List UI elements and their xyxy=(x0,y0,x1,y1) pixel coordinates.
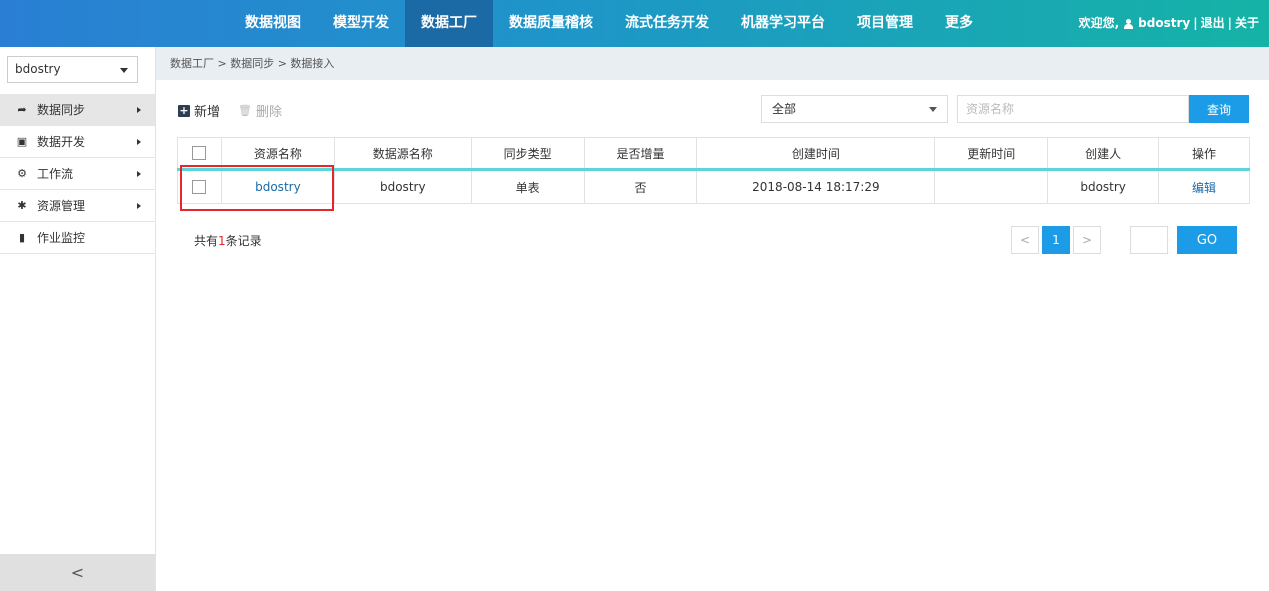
user-area: 欢迎您, bdostry | 退出 | 关于 xyxy=(1079,0,1259,47)
resource-table: 资源名称 数据源名称 同步类型 是否增量 创建时间 更新时间 创建人 操作 bd… xyxy=(177,137,1250,204)
sync-type-cell: 单表 xyxy=(470,169,585,204)
project-select-value: bdostry xyxy=(15,62,61,76)
sidebar-item-label: 作业监控 xyxy=(37,230,86,245)
caret-right-icon xyxy=(137,139,141,145)
separator: | xyxy=(1227,16,1232,30)
column-header: 创建时间 xyxy=(696,137,936,171)
next-page-button[interactable]: > xyxy=(1073,226,1101,254)
record-count-number: 1 xyxy=(218,234,226,248)
sidebar-item-data-sync[interactable]: ➦ 数据同步 xyxy=(0,94,155,126)
nav-item-data-factory[interactable]: 数据工厂 xyxy=(405,0,493,47)
go-button[interactable]: GO xyxy=(1177,226,1237,254)
sidebar-menu: ➦ 数据同步 ▣ 数据开发 ⚙ 工作流 ✱ 资源管理 ▮ 作业监控 xyxy=(0,94,155,254)
search-button[interactable]: 查询 xyxy=(1189,95,1249,123)
column-header: 更新时间 xyxy=(934,137,1049,171)
sidebar-item-label: 数据同步 xyxy=(37,102,86,117)
delete-button-label: 删除 xyxy=(255,105,282,120)
created-time-cell: 2018-08-14 18:17:29 xyxy=(696,169,936,204)
prev-page-button[interactable]: < xyxy=(1011,226,1039,254)
nav-item-stream-task[interactable]: 流式任务开发 xyxy=(609,0,725,47)
delete-button[interactable]: 🗑 删除 xyxy=(238,101,282,120)
trash-icon: 🗑 xyxy=(238,104,252,117)
gear-icon: ✱ xyxy=(17,198,27,212)
column-header: 创建人 xyxy=(1047,137,1160,171)
table-row: bdostry bdostry 单表 否 2018-08-14 18:17:29… xyxy=(177,169,1250,204)
column-header: 资源名称 xyxy=(220,137,335,171)
sidebar-item-resource-mgmt[interactable]: ✱ 资源管理 xyxy=(0,190,155,222)
chevron-left-icon: < xyxy=(70,563,85,582)
sidebar-item-label: 工作流 xyxy=(37,166,74,181)
sidebar-item-label: 数据开发 xyxy=(37,134,86,149)
select-all-checkbox[interactable] xyxy=(192,146,207,161)
add-button-label: 新增 xyxy=(194,105,221,120)
sidebar-collapse-button[interactable]: < xyxy=(0,554,155,591)
plus-square-icon: + xyxy=(178,103,190,117)
gears-icon: ⚙ xyxy=(17,166,27,180)
creator-cell: bdostry xyxy=(1047,169,1160,204)
record-count-suffix: 条记录 xyxy=(225,234,262,248)
add-button[interactable]: + 新增 xyxy=(178,101,220,120)
phone-icon: ▮ xyxy=(18,230,26,244)
nav-item-data-view[interactable]: 数据视图 xyxy=(229,0,317,47)
main-nav: 数据视图 模型开发 数据工厂 数据质量稽核 流式任务开发 机器学习平台 项目管理… xyxy=(229,0,989,47)
caret-down-icon xyxy=(120,68,128,73)
separator: | xyxy=(1193,16,1198,30)
column-header: 操作 xyxy=(1158,137,1250,171)
nav-item-project-mgmt[interactable]: 项目管理 xyxy=(841,0,929,47)
caret-right-icon xyxy=(137,203,141,209)
top-navbar: 数据视图 模型开发 数据工厂 数据质量稽核 流式任务开发 机器学习平台 项目管理… xyxy=(0,0,1269,47)
action-cell: 编辑 xyxy=(1158,169,1250,204)
filter-select-value: 全部 xyxy=(772,102,797,116)
logout-link[interactable]: 退出 xyxy=(1201,0,1225,47)
nav-item-ml-platform[interactable]: 机器学习平台 xyxy=(725,0,841,47)
datasource-name-cell: bdostry xyxy=(333,169,472,204)
select-all-cell xyxy=(177,137,222,171)
column-header: 数据源名称 xyxy=(333,137,472,171)
goto-page-input[interactable] xyxy=(1130,226,1168,254)
share-arrow-icon: ➦ xyxy=(17,102,27,116)
nav-item-model-dev[interactable]: 模型开发 xyxy=(317,0,405,47)
username-link[interactable]: bdostry xyxy=(1138,0,1190,47)
nav-item-more[interactable]: 更多 xyxy=(929,0,989,47)
row-checkbox[interactable] xyxy=(192,180,207,195)
pagination: < 1 > xyxy=(1011,226,1104,254)
about-link[interactable]: 关于 xyxy=(1235,0,1259,47)
welcome-text: 欢迎您, xyxy=(1078,16,1120,30)
incremental-cell: 否 xyxy=(583,169,698,204)
sidebar-item-label: 资源管理 xyxy=(37,198,86,213)
column-header: 是否增量 xyxy=(583,137,698,171)
nav-item-data-quality[interactable]: 数据质量稽核 xyxy=(493,0,609,47)
filter-select[interactable]: 全部 xyxy=(761,95,948,123)
record-count-prefix: 共有 xyxy=(194,234,219,248)
sidebar-item-job-monitor[interactable]: ▮ 作业监控 xyxy=(0,222,155,254)
sidebar-item-workflow[interactable]: ⚙ 工作流 xyxy=(0,158,155,190)
caret-right-icon xyxy=(137,171,141,177)
caret-down-icon xyxy=(929,107,937,112)
page-number-button[interactable]: 1 xyxy=(1042,226,1070,254)
resource-name-cell: bdostry xyxy=(220,169,335,204)
breadcrumb: 数据工厂 > 数据同步 > 数据接入 xyxy=(156,47,1269,80)
row-select-cell xyxy=(177,169,222,204)
caret-right-icon xyxy=(137,107,141,113)
edit-link[interactable]: 编辑 xyxy=(1192,181,1216,195)
sidebar: bdostry ➦ 数据同步 ▣ 数据开发 ⚙ 工作流 ✱ 资源管理 ▮ 作业监… xyxy=(0,47,156,591)
resource-name-link[interactable]: bdostry xyxy=(255,180,301,194)
user-icon xyxy=(1124,18,1134,29)
column-header: 同步类型 xyxy=(470,137,585,171)
project-select[interactable]: bdostry xyxy=(7,56,138,83)
resource-name-search-input[interactable] xyxy=(957,95,1189,123)
table-header-row: 资源名称 数据源名称 同步类型 是否增量 创建时间 更新时间 创建人 操作 xyxy=(177,137,1250,171)
code-file-icon: ▣ xyxy=(16,134,28,148)
updated-time-cell xyxy=(934,169,1049,204)
sidebar-item-data-dev[interactable]: ▣ 数据开发 xyxy=(0,126,155,158)
record-count: 共有1条记录 xyxy=(194,232,262,249)
